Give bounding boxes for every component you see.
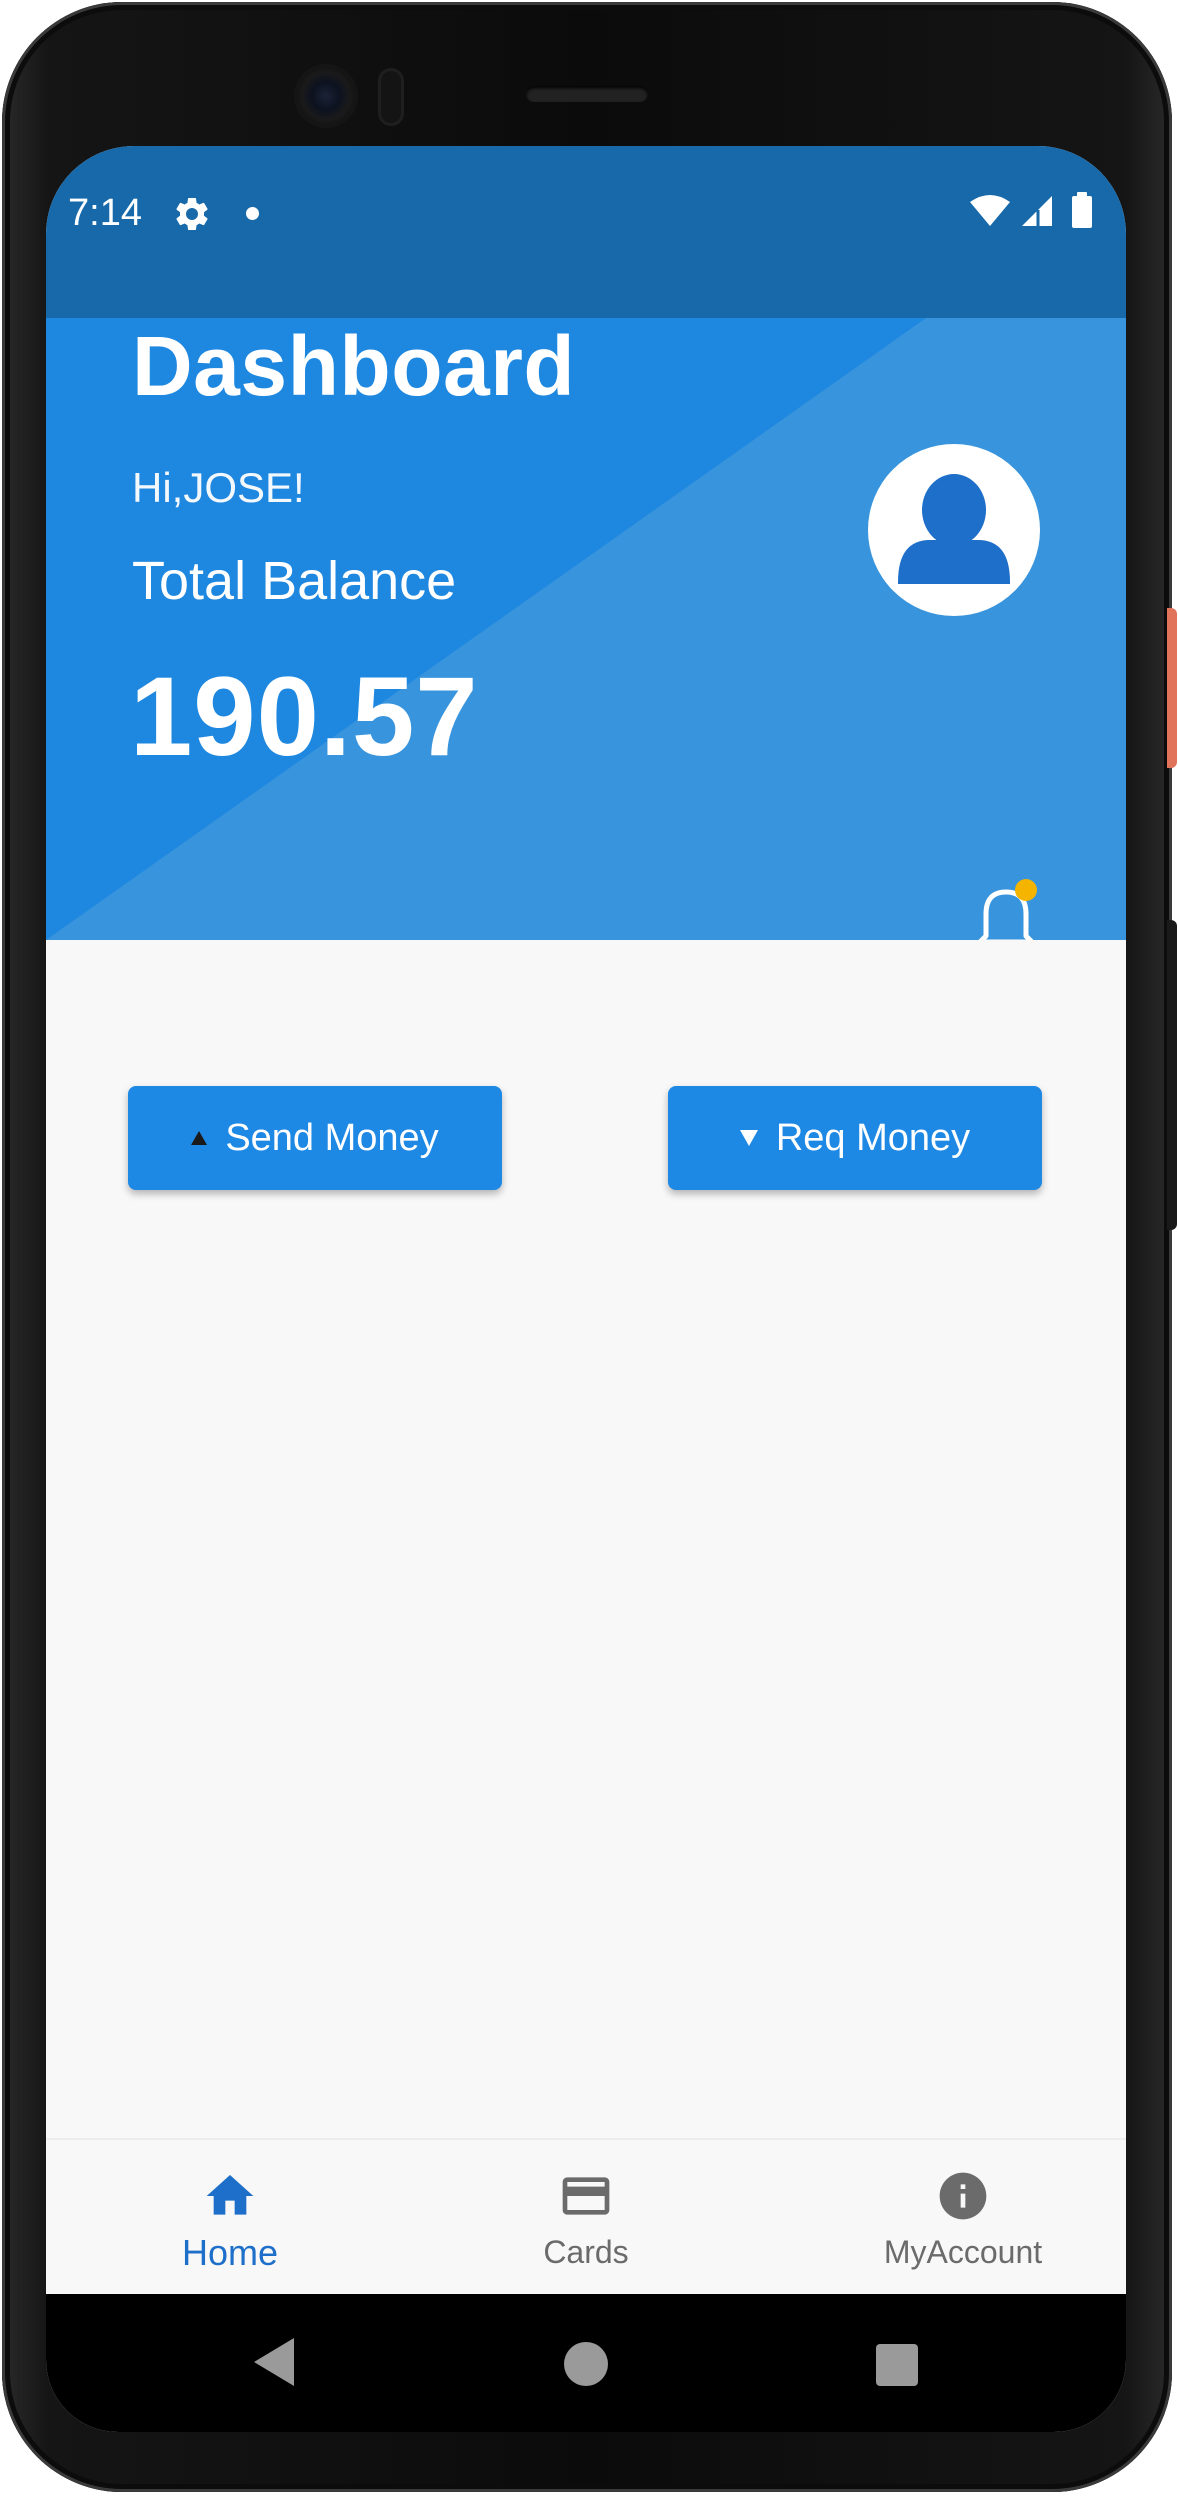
- balance-label: Total Balance: [132, 551, 457, 611]
- nav-item-home[interactable]: Home: [160, 2140, 300, 2296]
- notification-bell-icon[interactable]: [966, 878, 1046, 940]
- page-title: Dashboard: [132, 319, 576, 413]
- credit-card-icon: [562, 2177, 610, 2215]
- dashboard-header: Dashboard Hi,JOSE! Total Balance 190.57: [46, 318, 1126, 940]
- greeting-text: Hi,JOSE!: [132, 464, 305, 511]
- proximity-sensor: [378, 68, 404, 126]
- screen: 7:14 Dashboard Hi,JOSE! Total Balance 19…: [46, 146, 1126, 2432]
- balance-value: 190.57: [130, 654, 479, 779]
- nav-item-myaccount[interactable]: MyAccount: [858, 2140, 1068, 2296]
- status-bar: 7:14: [46, 146, 1126, 318]
- wifi-icon: [970, 195, 1010, 226]
- info-icon: [939, 2172, 987, 2220]
- send-money-button[interactable]: Send Money: [128, 1086, 502, 1190]
- status-time: 7:14: [68, 192, 142, 234]
- nav-label-home: Home: [181, 2232, 279, 2273]
- arrow-up-icon: [191, 1131, 208, 1145]
- battery-icon: [1072, 192, 1092, 228]
- nav-label-myaccount: MyAccount: [883, 2234, 1043, 2270]
- user-avatar-icon: [898, 474, 1010, 584]
- gear-icon: [176, 197, 208, 230]
- send-money-label: Send Money: [225, 1116, 439, 1159]
- request-money-button[interactable]: Req Money: [668, 1086, 1042, 1190]
- nav-label-cards: Cards: [543, 2234, 629, 2270]
- bottom-navigation: Home Cards MyAccount: [46, 2138, 1126, 2296]
- request-money-label: Req Money: [775, 1116, 971, 1159]
- front-camera: [298, 68, 354, 124]
- avatar[interactable]: [868, 444, 1040, 616]
- power-button: [1167, 608, 1177, 768]
- home-icon: [206, 2175, 254, 2215]
- volume-button: [1167, 920, 1177, 1230]
- home-circle-icon[interactable]: [564, 2342, 608, 2386]
- recents-icon[interactable]: [876, 2344, 918, 2386]
- notification-dot-icon: [246, 207, 259, 220]
- system-navigation-bar: [46, 2294, 1126, 2432]
- back-icon[interactable]: [250, 2334, 300, 2390]
- arrow-down-icon: [739, 1130, 758, 1146]
- nav-item-cards[interactable]: Cards: [516, 2140, 656, 2296]
- status-icons: [970, 192, 1092, 228]
- signal-icon: [1022, 196, 1052, 226]
- earpiece-speaker: [526, 86, 648, 102]
- notification-badge: [1015, 879, 1037, 901]
